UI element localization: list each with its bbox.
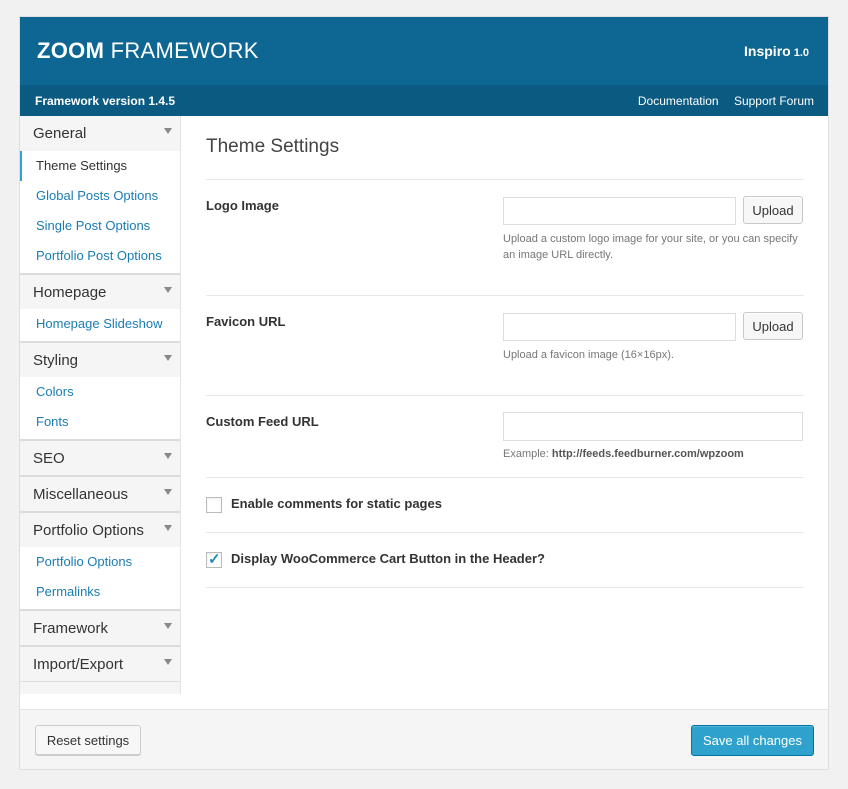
sidebar-group-miscellaneous: Miscellaneous [20,476,180,512]
comments-static-row: Enable comments for static pages [206,478,804,533]
collapse-arrow-icon [164,355,172,361]
footer: Reset settings Save all changes [20,709,828,769]
logo-image-label: Logo Image [206,198,279,213]
collapse-arrow-icon [164,525,172,531]
page-title: Theme Settings [206,136,804,180]
sidebar-group-seo: SEO [20,440,180,476]
settings-main: Theme Settings Logo Image Upload Upload … [206,116,804,588]
collapse-arrow-icon [164,128,172,134]
subbar: Framework version 1.4.5 Documentation Su… [20,85,828,116]
collapse-arrow-icon [164,659,172,665]
reset-settings-button[interactable]: Reset settings [35,725,141,755]
sidebar: General Theme Settings Global Posts Opti… [20,116,181,694]
framework-logo: ZOOM FRAMEWORK [37,38,259,63]
sidebar-group-header[interactable]: General [20,116,180,151]
sidebar-item-single-post-options[interactable]: Single Post Options [20,211,180,241]
logo-image-help: Upload a custom logo image for your site… [503,233,798,261]
feed-example-url: http://feeds.feedburner.com/wpzoom [551,448,744,460]
sidebar-group-header[interactable]: Styling [20,342,180,377]
sidebar-group-portfolio-options: Portfolio Options Portfolio Options Perm… [20,512,180,610]
sidebar-group-framework: Framework [20,610,180,646]
sidebar-item-portfolio-post-options[interactable]: Portfolio Post Options [20,241,180,271]
collapse-arrow-icon [164,287,172,293]
favicon-upload-button[interactable]: Upload [743,312,803,340]
custom-feed-help: Example: http://feeds.feedburner.com/wpz… [503,448,744,460]
sidebar-item-permalinks[interactable]: Permalinks [20,577,180,607]
sidebar-group-general: General Theme Settings Global Posts Opti… [20,116,180,274]
sidebar-group-header[interactable]: Framework [20,610,180,645]
collapse-arrow-icon [164,489,172,495]
sidebar-group-header[interactable]: Portfolio Options [20,512,180,547]
favicon-input[interactable] [503,313,736,341]
sidebar-item-global-posts-options[interactable]: Global Posts Options [20,181,180,211]
sidebar-group-styling: Styling Colors Fonts [20,342,180,440]
favicon-help: Upload a favicon image (16×16px). [503,349,674,361]
custom-feed-label: Custom Feed URL [206,414,319,429]
custom-feed-input[interactable] [503,412,803,441]
comments-static-label[interactable]: Enable comments for static pages [231,496,442,511]
favicon-label: Favicon URL [206,314,286,329]
custom-feed-row: Custom Feed URL Example: http://feeds.fe… [206,396,804,478]
sidebar-group-header[interactable]: Import/Export [20,646,180,681]
support-forum-link[interactable]: Support Forum [734,94,814,108]
favicon-row: Favicon URL Upload Upload a favicon imag… [206,296,804,396]
sidebar-group-header[interactable]: Homepage [20,274,180,309]
collapse-arrow-icon [164,453,172,459]
sidebar-group-homepage: Homepage Homepage Slideshow [20,274,180,342]
save-all-changes-button[interactable]: Save all changes [691,725,814,756]
sidebar-item-homepage-slideshow[interactable]: Homepage Slideshow [20,309,180,339]
logo-image-input[interactable] [503,197,736,225]
theme-version: 1.0 [793,47,809,59]
sidebar-group-import-export: Import/Export [20,646,180,682]
documentation-link[interactable]: Documentation [638,94,719,108]
options-panel: ZOOM FRAMEWORK Inspiro 1.0 Framework vers… [19,16,829,770]
framework-version: Framework version 1.4.5 [35,94,176,108]
sidebar-item-portfolio-options[interactable]: Portfolio Options [20,547,180,577]
woo-cart-checkbox[interactable]: ✓ [206,551,222,568]
sidebar-group-header[interactable]: SEO [20,440,180,475]
woo-cart-label[interactable]: Display WooCommerce Cart Button in the H… [231,551,545,566]
logo-upload-button[interactable]: Upload [743,196,803,224]
subbar-links: Documentation Support Forum [626,94,814,108]
comments-static-checkbox[interactable] [206,497,222,513]
sidebar-group-header[interactable]: Miscellaneous [20,476,180,511]
logo-image-row: Logo Image Upload Upload a custom logo i… [206,180,804,296]
sidebar-item-theme-settings[interactable]: Theme Settings [20,151,180,181]
sidebar-item-colors[interactable]: Colors [20,377,180,407]
woo-cart-row: ✓ Display WooCommerce Cart Button in the… [206,533,804,588]
sidebar-item-fonts[interactable]: Fonts [20,407,180,437]
theme-name: Inspiro 1.0 [744,43,809,59]
collapse-arrow-icon [164,623,172,629]
header: ZOOM FRAMEWORK Inspiro 1.0 [20,17,828,85]
checkmark-icon: ✓ [208,551,221,568]
